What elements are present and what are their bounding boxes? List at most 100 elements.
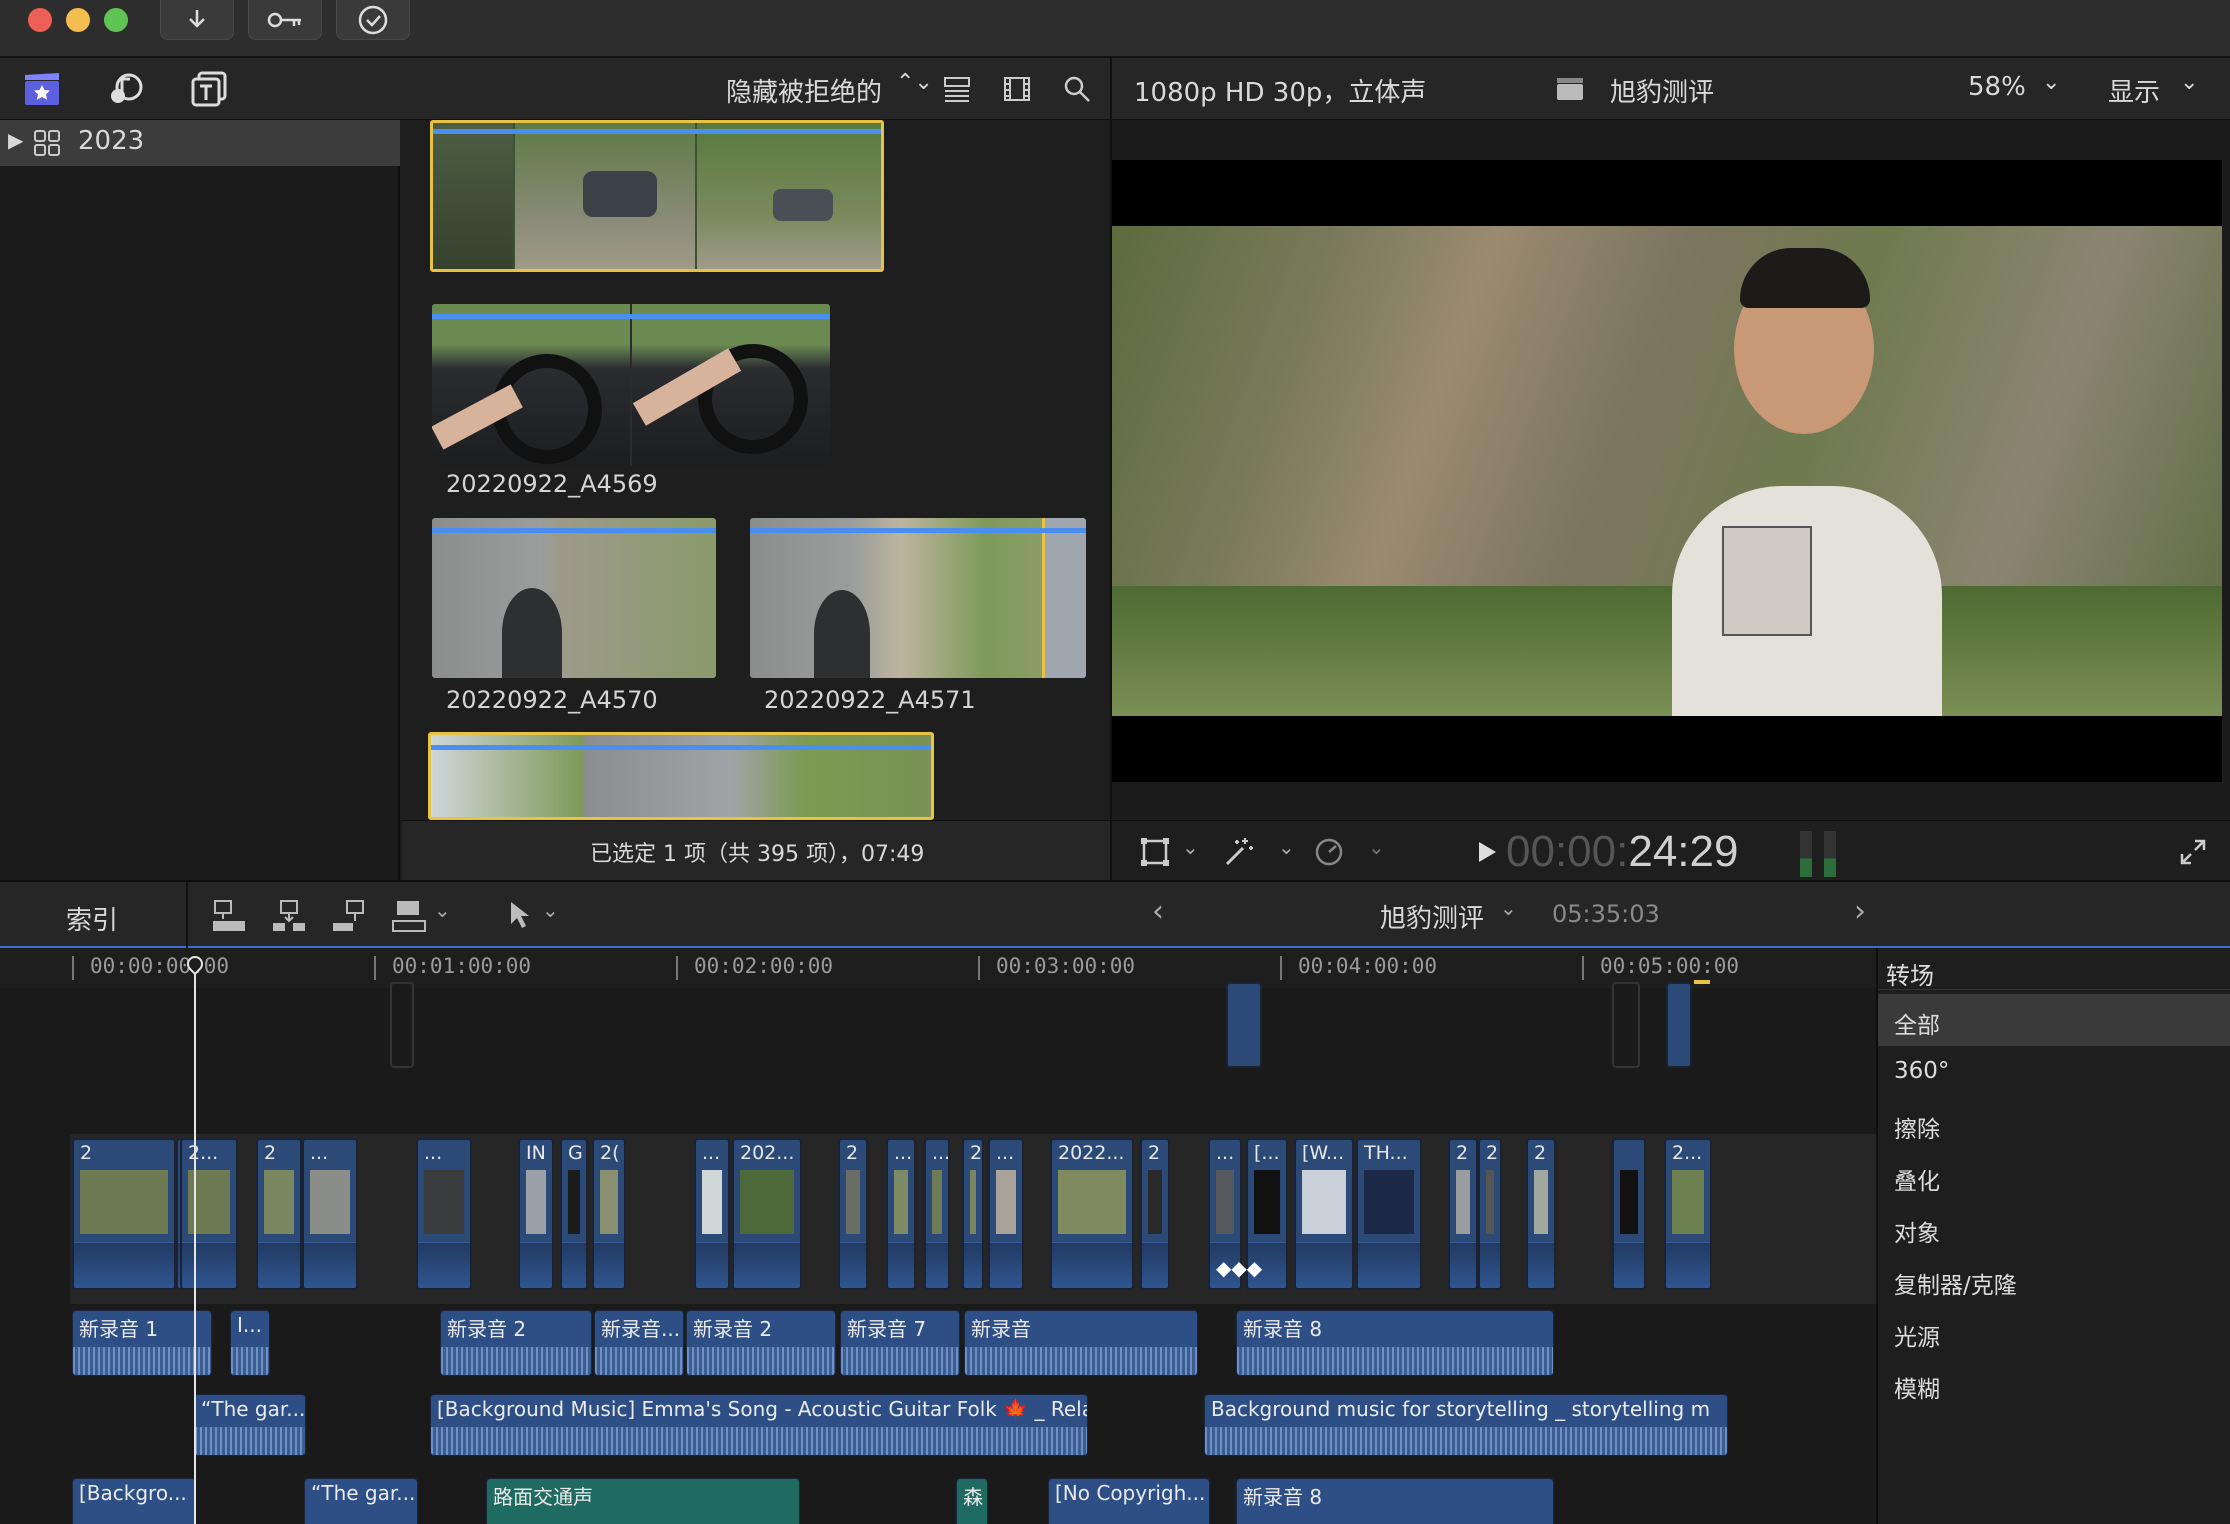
storyline-clip[interactable]: ...	[302, 1138, 358, 1290]
enhance-button[interactable]	[1222, 835, 1256, 869]
play-button[interactable]	[1474, 839, 1500, 865]
storyline-clip[interactable]: ...	[416, 1138, 472, 1290]
storyline-clip[interactable]: 202...	[732, 1138, 802, 1290]
storyline-clip[interactable]: 2	[256, 1138, 302, 1290]
audio-clip[interactable]: “The gar...	[194, 1394, 306, 1456]
storyline-clip[interactable]: 2	[838, 1138, 868, 1290]
background-tasks-button[interactable]	[336, 0, 410, 40]
storyline-clip[interactable]: ...	[924, 1138, 950, 1290]
audio-clip[interactable]: 森	[956, 1478, 988, 1524]
connect-button[interactable]	[210, 898, 248, 934]
audio-clip[interactable]: 新录音...	[594, 1310, 684, 1376]
chevron-down-icon[interactable]: ⌄	[542, 898, 559, 922]
chevron-down-icon[interactable]: ⌄	[1278, 835, 1295, 859]
transition-diamond-icon[interactable]: ◆◆◆	[1216, 1256, 1266, 1286]
close-window-button[interactable]	[28, 8, 52, 32]
audio-clip[interactable]: 新录音 1	[72, 1310, 212, 1376]
titles-generators-button[interactable]	[190, 70, 230, 108]
storyline-clip[interactable]: ...	[988, 1138, 1024, 1290]
storyline-clip[interactable]: 2	[1526, 1138, 1556, 1290]
storyline-clip[interactable]: 2	[1478, 1138, 1502, 1290]
transition-category[interactable]: 360°	[1878, 1046, 2230, 1098]
storyline-clip[interactable]: ...	[886, 1138, 916, 1290]
storyline-clip[interactable]: 2	[1448, 1138, 1478, 1290]
audio-clip[interactable]: 路面交通声	[486, 1478, 800, 1524]
storyline-clip[interactable]: [W...	[1294, 1138, 1354, 1290]
clip-appearance-button[interactable]	[1002, 74, 1032, 104]
clip-filmstrip[interactable]	[428, 732, 934, 820]
chevron-down-icon[interactable]: ⌄	[1368, 835, 1385, 859]
transition-category[interactable]: 复制器/克隆	[1878, 1254, 2230, 1306]
back-arrow-icon[interactable]: ‹	[1152, 894, 1164, 929]
connected-clip[interactable]	[390, 982, 414, 1068]
storyline-clip[interactable]: ...	[694, 1138, 730, 1290]
append-button[interactable]	[330, 898, 368, 934]
storyline-clip[interactable]: 2	[962, 1138, 984, 1290]
timeline[interactable]: 00:00:00:00 00:01:00:00 00:02:00:00 00:0…	[0, 948, 1876, 1524]
zoom-window-button[interactable]	[104, 8, 128, 32]
transform-button[interactable]	[1138, 835, 1172, 869]
audio-clip[interactable]: [Backgro...	[72, 1478, 196, 1524]
audio-clip[interactable]: 新录音 8	[1236, 1310, 1554, 1376]
disclosure-triangle-icon[interactable]: ▶	[8, 128, 23, 152]
clip-filmstrip[interactable]	[430, 120, 884, 272]
timeline-project-name[interactable]: 旭豹测评	[1380, 898, 1484, 935]
connected-clip[interactable]	[1666, 982, 1692, 1068]
transition-category[interactable]: 对象	[1878, 1202, 2230, 1254]
clip-filmstrip[interactable]	[432, 518, 716, 678]
search-button[interactable]	[1062, 74, 1092, 104]
audio-clip[interactable]: 新录音	[964, 1310, 1198, 1376]
chevron-down-icon[interactable]: ⌄	[1182, 835, 1199, 859]
storyline-clip[interactable]: G	[560, 1138, 588, 1290]
keywords-button[interactable]	[248, 0, 322, 40]
transition-category[interactable]: 模糊	[1878, 1358, 2230, 1410]
clip-filmstrip[interactable]	[432, 304, 830, 466]
audio-clip[interactable]: [No Copyrigh...	[1048, 1478, 1210, 1524]
storyline-clip[interactable]: 2...	[1664, 1138, 1712, 1290]
playhead[interactable]	[194, 962, 196, 1524]
audio-clip[interactable]: 新录音 2	[440, 1310, 592, 1376]
storyline-clip[interactable]: 2	[1140, 1138, 1170, 1290]
fullscreen-button[interactable]	[2178, 837, 2208, 867]
minimize-window-button[interactable]	[66, 8, 90, 32]
zoom-popup[interactable]: 58%	[1968, 72, 2026, 102]
select-tool-button[interactable]	[504, 898, 534, 932]
storyline-clip[interactable]	[1612, 1138, 1646, 1290]
clip-filmstrip[interactable]	[750, 518, 1086, 678]
storyline-clip[interactable]: 2	[72, 1138, 176, 1290]
storyline-clip[interactable]: 2(	[592, 1138, 626, 1290]
index-button[interactable]: 索引	[66, 900, 118, 937]
filter-popup[interactable]: 隐藏被拒绝的	[726, 72, 882, 109]
insert-button[interactable]	[270, 898, 308, 934]
audio-clip[interactable]: 新录音 2	[686, 1310, 836, 1376]
chevron-updown-icon[interactable]: ⌃⌄	[896, 70, 933, 95]
chevron-down-icon[interactable]: ⌄	[1500, 896, 1517, 920]
transition-category[interactable]: 叠化	[1878, 1150, 2230, 1202]
storyline-clip[interactable]: 2022...	[1050, 1138, 1134, 1290]
connected-clip[interactable]	[1612, 982, 1640, 1068]
list-view-button[interactable]	[942, 74, 972, 104]
audio-clip[interactable]: 新录音 7	[840, 1310, 960, 1376]
audio-clip[interactable]: 新录音 8	[1236, 1478, 1554, 1524]
retime-button[interactable]	[1312, 835, 1346, 869]
import-button[interactable]	[160, 0, 234, 40]
chevron-down-icon[interactable]: ⌄	[434, 898, 451, 922]
transition-category[interactable]: 擦除	[1878, 1098, 2230, 1150]
storyline-clip[interactable]: 2...	[180, 1138, 238, 1290]
forward-arrow-icon[interactable]: ›	[1854, 894, 1866, 929]
event-row[interactable]: ▶ 2023	[0, 120, 400, 166]
transition-category[interactable]: 全部	[1878, 994, 2230, 1046]
storyline-clip[interactable]: IN	[518, 1138, 554, 1290]
connected-clip[interactable]	[1226, 982, 1262, 1068]
audio-clip[interactable]: “The gar...	[304, 1478, 418, 1524]
transition-category[interactable]: 光源	[1878, 1306, 2230, 1358]
audio-clip[interactable]: I...	[230, 1310, 270, 1376]
chevron-down-icon[interactable]: ⌄	[2042, 70, 2060, 95]
display-popup[interactable]: 显示	[2108, 72, 2160, 109]
audio-clip[interactable]: Background music for storytelling _ stor…	[1204, 1394, 1728, 1456]
storyline-clip[interactable]: TH...	[1356, 1138, 1422, 1290]
overwrite-button[interactable]	[390, 898, 428, 934]
chevron-down-icon[interactable]: ⌄	[2180, 70, 2198, 95]
libraries-button[interactable]	[22, 70, 62, 108]
photos-audio-button[interactable]	[106, 70, 146, 108]
